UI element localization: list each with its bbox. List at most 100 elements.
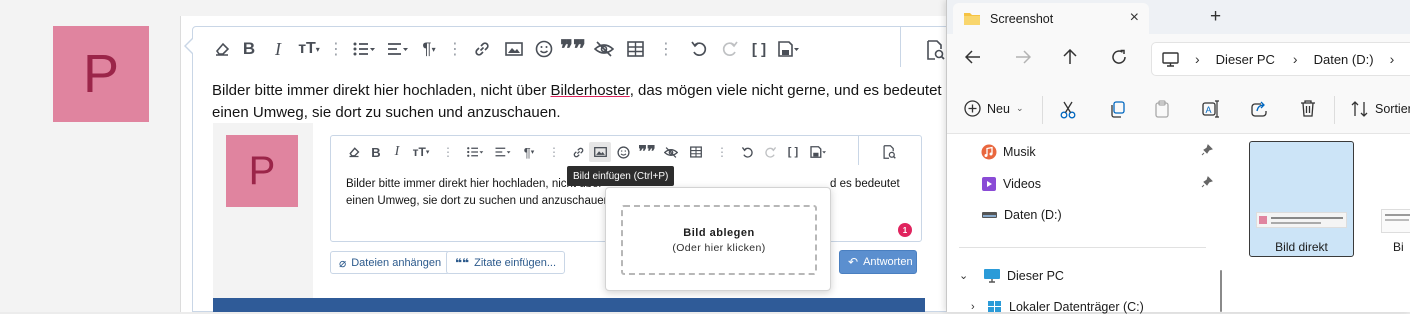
tab-title: Screenshot [990,11,1054,26]
refresh-icon[interactable] [1111,49,1127,65]
tree-label-pc: Dieser PC [1007,268,1064,283]
new-label: Neu [987,101,1010,116]
embedded-link-icon [567,146,589,159]
sort-icon [1351,101,1368,117]
paperclip-icon: ⌀ [339,255,347,270]
breadcrumb-drive[interactable]: Daten (D:) [1314,52,1374,67]
up-icon[interactable] [1063,49,1077,65]
bold-icon[interactable]: B [234,39,264,59]
drop-zone[interactable]: Bild ablegen (Oder hier klicken) [621,205,817,275]
more-icon[interactable]: ⋮ [326,39,346,59]
delete-icon[interactable] [1300,100,1316,117]
thumb2-bar-2 [1385,219,1409,221]
embedded-align-icon [489,146,517,158]
reply-label: Antworten [863,256,913,268]
sidebar-label-videos: Videos [1003,177,1041,191]
rename-icon[interactable]: A [1202,100,1220,118]
embedded-smiley-icon [611,145,635,159]
embedded-spoiler-icon [659,146,683,159]
sidebar-item-videos[interactable]: Videos [981,173,1213,195]
more-icon-2[interactable]: ⋮ [444,39,466,59]
embedded-more-icon-2: ⋮ [548,145,560,159]
editor-text[interactable]: Bilder bitte immer direkt hier hochladen… [212,80,950,124]
sidebar-item-daten[interactable]: Daten (D:) [981,204,1213,226]
file-item-bild-direkt[interactable]: Bild direkt [1249,141,1354,257]
embedded-toolbar: B I тT ▾ ⋮ ¶ ▾ ⋮ ❞❞ ⋮ [ ] [343,142,831,162]
back-icon[interactable] [965,50,981,64]
save-draft-icon[interactable] [774,41,804,57]
insert-quotes-button: ❝❝ Zitate einfügen... [446,251,566,274]
tree-item-dieser-pc[interactable]: ⌄ Dieser PC [959,268,1064,283]
sidebar-item-musik[interactable]: Musik [981,141,1213,163]
spoiler-icon[interactable] [588,40,620,58]
undo-icon[interactable] [682,40,716,58]
thumb-bar [1271,217,1343,219]
quote-label: Zitate einfügen... [474,256,557,269]
address-bar[interactable]: › Dieser PC › Daten (D:) › [1151,42,1410,76]
sort-label: Sortier [1375,102,1410,116]
smiley-icon[interactable] [530,40,558,58]
thumb-bar-2 [1271,222,1321,224]
editor-arrow-fill [186,39,193,53]
close-tab-icon[interactable]: × [1130,9,1139,27]
sidebar-label-daten: Daten (D:) [1004,208,1062,222]
chevron-down-icon: ⌄ [1015,103,1024,113]
redo-icon[interactable] [716,40,744,58]
embedded-preview-icon [882,145,896,159]
forward-icon[interactable] [1015,50,1031,64]
embedded-screenshot[interactable]: P B I тT ▾ ⋮ ¶ ▾ ⋮ ❞❞ ⋮ [ ] Bilder bitte… [213,123,925,312]
text-size-icon[interactable]: тT ▾ [292,40,326,58]
collapsed-chevron-icon[interactable]: › [971,301,987,313]
avatar-letter: P [82,44,120,104]
copy-icon[interactable] [1109,101,1125,118]
drop-subtitle: (Oder hier klicken) [672,241,766,254]
attach-label: Dateien anhängen [351,256,442,269]
embedded-toolbar-divider [858,135,859,165]
folder-icon [963,11,981,26]
computer-icon [1162,51,1179,67]
sort-button[interactable]: Sortier [1351,101,1410,117]
table-icon[interactable] [620,41,650,57]
avatar[interactable]: P [53,26,149,122]
align-icon[interactable] [382,41,414,57]
paragraph-icon[interactable]: ¶ ▾ [414,39,444,59]
preview-icon[interactable] [925,40,945,60]
sidebar-label-musik: Musik [1003,145,1036,159]
embedded-paragraph-icon: ¶ ▾ [523,144,535,160]
breadcrumb-pc[interactable]: Dieser PC [1216,52,1275,67]
expand-chevron-icon[interactable]: ⌄ [959,269,983,282]
main-toolbar: B I тT ▾ ⋮ ¶ ▾ ⋮ ❞❞ ⋮ [] [210,35,804,64]
tab-screenshot[interactable]: Screenshot × [953,3,1149,34]
file-item-second[interactable]: Bi [1379,141,1410,257]
cut-icon[interactable] [1060,101,1076,119]
chevron-right-icon: › [1195,51,1200,67]
new-tab-icon[interactable]: + [1210,6,1221,28]
quote-icon[interactable]: ❞❞ [558,35,588,64]
reply-button: ↶ Antworten [839,250,917,274]
embedded-more-icon-3: ⋮ [716,145,728,159]
source-code-icon[interactable]: [ ] [744,41,774,58]
nav-scrollbar[interactable] [1220,270,1222,312]
text-line2: einen Umweg, sie dort zu suchen und anzu… [212,104,561,121]
share-icon[interactable] [1251,100,1268,117]
eraser-icon[interactable] [210,41,234,57]
embedded-redo-icon [759,146,781,159]
notification-badge: 1 [898,223,912,237]
body-link[interactable]: Bilderhoster [551,82,630,99]
more-icon-3[interactable]: ⋮ [650,39,682,59]
toolbar-divider [900,27,901,67]
image-icon[interactable] [498,41,530,57]
embedded-eraser-icon [343,146,365,158]
list-icon[interactable] [346,41,382,57]
drive-icon [982,212,997,218]
pin-icon [1201,144,1213,156]
embedded-more-icon: ⋮ [442,145,454,159]
chevron-right-icon-3: › [1389,51,1395,67]
italic-icon[interactable]: I [264,39,292,60]
file-thumbnail [1256,212,1347,228]
text-line1: Bilder bitte immer direkt hier hochladen… [212,82,551,99]
new-button[interactable]: Neu ⌄ [964,100,1023,117]
paste-icon[interactable] [1155,100,1171,118]
link-icon[interactable] [466,40,498,58]
plus-circle-icon [964,100,981,117]
